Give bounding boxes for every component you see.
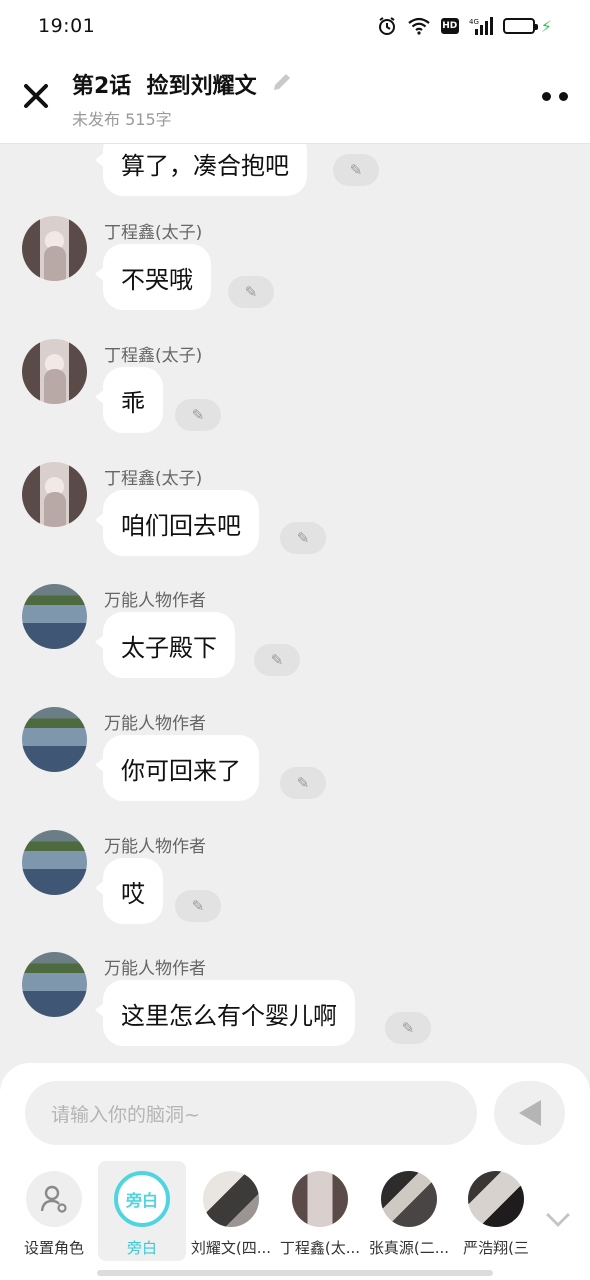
avatar[interactable] [22, 216, 87, 281]
role-narrator[interactable]: 旁白 旁白 [98, 1161, 186, 1261]
charging-icon: ⚡ [540, 16, 552, 36]
chat-area[interactable]: 算了，凑合抱吧 ✎ 丁程鑫(太子) 不哭哦 ✎ 丁程鑫(太子) 乖 ✎ 丁程鑫(… [0, 144, 590, 1064]
page-subtitle: 未发布 515字 [72, 110, 172, 129]
edit-message-button[interactable]: ✎ [228, 276, 274, 308]
avatar[interactable] [22, 584, 87, 649]
sender-name: 万能人物作者 [104, 714, 206, 734]
role-yan[interactable]: 严浩翔(三 [452, 1161, 540, 1261]
more-dot-icon [559, 92, 568, 101]
role-label: 丁程鑫(太... [279, 1239, 361, 1257]
status-time: 19:01 [38, 15, 96, 37]
avatar [292, 1171, 348, 1227]
close-icon [24, 84, 48, 108]
pencil-icon: ✎ [270, 651, 284, 669]
battery-icon [502, 18, 538, 34]
pencil-icon: ✎ [191, 897, 205, 915]
page-title: 第2话 捡到刘耀文 [72, 74, 257, 99]
avatar [381, 1171, 437, 1227]
more-dot-icon [542, 92, 551, 101]
role-liu[interactable]: 刘耀文(四... [187, 1161, 275, 1261]
close-button[interactable] [20, 80, 52, 112]
role-label: 旁白 [126, 1239, 157, 1257]
sender-name: 丁程鑫(太子) [104, 346, 203, 366]
edit-message-button[interactable]: ✎ [254, 644, 300, 676]
message-bubble[interactable]: 太子殿下 [95, 612, 235, 678]
hd-icon: HD [440, 18, 459, 34]
edit-title-pencil-icon[interactable] [271, 71, 293, 98]
sender-name: 丁程鑫(太子) [104, 469, 203, 489]
avatar[interactable] [22, 707, 87, 772]
avatar[interactable] [22, 952, 87, 1017]
send-icon [518, 1100, 541, 1126]
pencil-icon: ✎ [349, 161, 363, 179]
alarm-icon [377, 16, 397, 36]
avatar [203, 1171, 259, 1227]
avatar [468, 1171, 524, 1227]
edit-message-button[interactable]: ✎ [385, 1012, 431, 1044]
avatar[interactable] [22, 462, 87, 527]
pencil-icon: ✎ [244, 283, 258, 301]
message-bubble[interactable]: 不哭哦 [95, 244, 211, 310]
chevron-down-icon[interactable] [546, 1203, 570, 1227]
avatar[interactable] [22, 339, 87, 404]
role-label: 刘耀文(四... [190, 1239, 272, 1257]
more-options-button[interactable] [542, 92, 568, 101]
message-bubble[interactable]: 咱们回去吧 [95, 490, 259, 556]
status-icons: HD 4G ⚡ [377, 16, 552, 36]
pencil-icon: ✎ [401, 1019, 415, 1037]
composer-panel: 请输入你的脑洞~ 设置角色 旁白 旁白 刘耀文(四... 丁程鑫(太... 张真… [0, 1063, 590, 1280]
title-row: 第2话 捡到刘耀文 [72, 68, 293, 100]
message-input[interactable]: 请输入你的脑洞~ [25, 1081, 477, 1145]
signal-4g-icon: 4G [469, 17, 493, 35]
pencil-icon: ✎ [296, 529, 310, 547]
pencil-icon: ✎ [191, 406, 205, 424]
edit-message-button[interactable]: ✎ [175, 399, 221, 431]
role-label: 严浩翔(三 [463, 1239, 529, 1257]
header: 第2话 捡到刘耀文 未发布 515字 [0, 52, 590, 144]
person-settings-icon [26, 1171, 82, 1227]
message-bubble[interactable]: 这里怎么有个婴儿啊 [95, 980, 355, 1046]
pencil-icon: ✎ [296, 774, 310, 792]
set-role-button[interactable]: 设置角色 [10, 1161, 98, 1261]
role-label: 张真源(二... [368, 1239, 450, 1257]
edit-message-button[interactable]: ✎ [280, 522, 326, 554]
sender-name: 丁程鑫(太子) [104, 223, 203, 243]
sender-name: 万能人物作者 [104, 591, 206, 611]
narrator-avatar: 旁白 [114, 1171, 170, 1227]
message-bubble[interactable]: 哎 [95, 858, 163, 924]
role-label: 设置角色 [23, 1239, 84, 1257]
status-bar: 19:01 HD 4G ⚡ [0, 0, 590, 52]
avatar[interactable] [22, 830, 87, 895]
edit-message-button[interactable]: ✎ [280, 767, 326, 799]
message-bubble[interactable]: 你可回来了 [95, 735, 259, 801]
role-zhang[interactable]: 张真源(二... [365, 1161, 453, 1261]
sender-name: 万能人物作者 [104, 959, 206, 979]
message-bubble[interactable]: 算了，凑合抱吧 [95, 144, 307, 196]
role-ding[interactable]: 丁程鑫(太... [276, 1161, 364, 1261]
edit-message-button[interactable]: ✎ [175, 890, 221, 922]
role-selector: 设置角色 旁白 旁白 刘耀文(四... 丁程鑫(太... 张真源(二... 严浩… [0, 1161, 590, 1261]
edit-message-button[interactable]: ✎ [333, 154, 379, 186]
role-scrollbar[interactable] [97, 1270, 493, 1276]
title-block: 第2话 捡到刘耀文 未发布 515字 [72, 68, 293, 130]
network-label: 4G [469, 18, 479, 26]
wifi-icon [407, 17, 431, 35]
sender-name: 万能人物作者 [104, 837, 206, 857]
message-bubble[interactable]: 乖 [95, 367, 163, 433]
send-button[interactable] [494, 1081, 565, 1145]
